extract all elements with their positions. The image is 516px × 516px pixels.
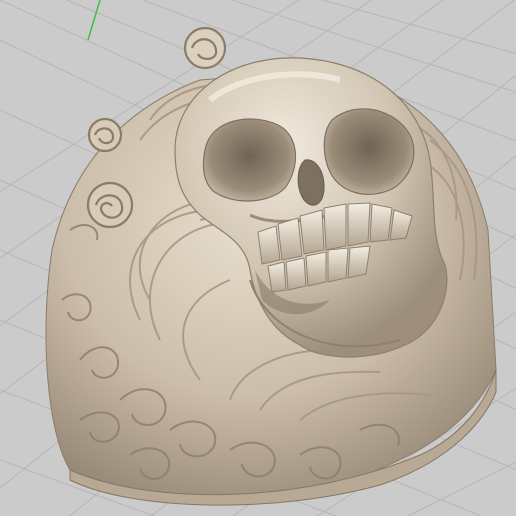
- 3d-viewport[interactable]: [0, 0, 516, 516]
- left-eye-socket: [202, 118, 296, 202]
- viewport-canvas[interactable]: [0, 0, 516, 516]
